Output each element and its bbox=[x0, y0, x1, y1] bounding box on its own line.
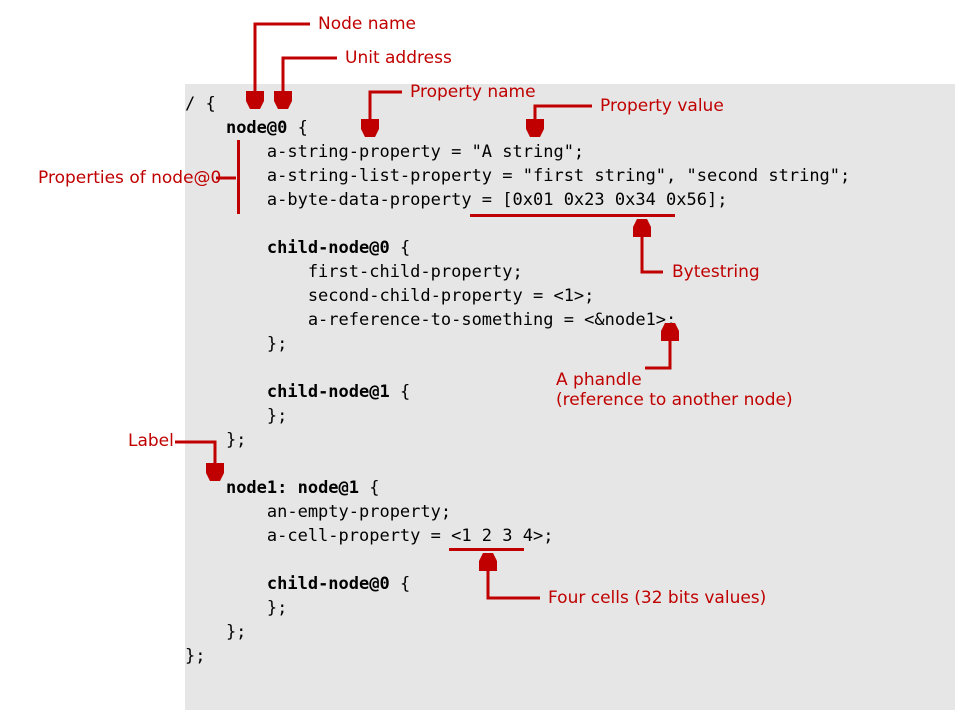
node-decl: node1: node@1 bbox=[226, 478, 359, 498]
ann-unit-address: Unit address bbox=[345, 48, 452, 68]
four-cells-underline bbox=[449, 548, 524, 551]
node-decl: node@0 bbox=[226, 118, 287, 138]
code-line: child-node@0 { bbox=[185, 574, 410, 594]
ann-phandle-line2: (reference to another node) bbox=[556, 390, 793, 410]
ann-label: Label bbox=[128, 431, 174, 451]
code-line: }; bbox=[185, 622, 246, 642]
properties-bar bbox=[237, 140, 240, 214]
ann-node-name: Node name bbox=[318, 14, 416, 34]
code-line: }; bbox=[185, 334, 287, 354]
code-line: a-reference-to-something = <&node1>; bbox=[185, 310, 676, 330]
ann-bytestring: Bytestring bbox=[672, 262, 760, 282]
node-decl: child-node@1 bbox=[267, 382, 390, 402]
code-line: a-string-property = "A string"; bbox=[185, 142, 584, 162]
code-line: second-child-property = <1>; bbox=[185, 286, 594, 306]
bytestring-underline bbox=[470, 214, 675, 217]
code-line: node1: node@1 { bbox=[185, 478, 380, 498]
node-decl: child-node@0 bbox=[267, 574, 390, 594]
code-line: a-cell-property = <1 2 3 4>; bbox=[185, 526, 553, 546]
code-line: }; bbox=[185, 430, 246, 450]
ann-phandle: A phandle (reference to another node) bbox=[556, 370, 793, 410]
code-line: }; bbox=[185, 598, 287, 618]
code-line: child-node@1 { bbox=[185, 382, 410, 402]
node-decl: child-node@0 bbox=[267, 238, 390, 258]
code-line: a-byte-data-property = [0x01 0x23 0x34 0… bbox=[185, 190, 727, 210]
code-line: }; bbox=[185, 646, 205, 666]
ann-property-value: Property value bbox=[600, 96, 724, 116]
code-line: child-node@0 { bbox=[185, 238, 410, 258]
ann-four-cells: Four cells (32 bits values) bbox=[548, 588, 766, 608]
code-line: an-empty-property; bbox=[185, 502, 451, 522]
code-line: first-child-property; bbox=[185, 262, 523, 282]
code-line: }; bbox=[185, 406, 287, 426]
ann-phandle-line1: A phandle bbox=[556, 370, 642, 390]
code-line: node@0 { bbox=[185, 118, 308, 138]
code-line: a-string-list-property = "first string",… bbox=[185, 166, 850, 186]
ann-property-name: Property name bbox=[410, 82, 536, 102]
ann-properties-of: Properties of node@0 bbox=[38, 168, 221, 188]
code-line: / { bbox=[185, 94, 216, 114]
